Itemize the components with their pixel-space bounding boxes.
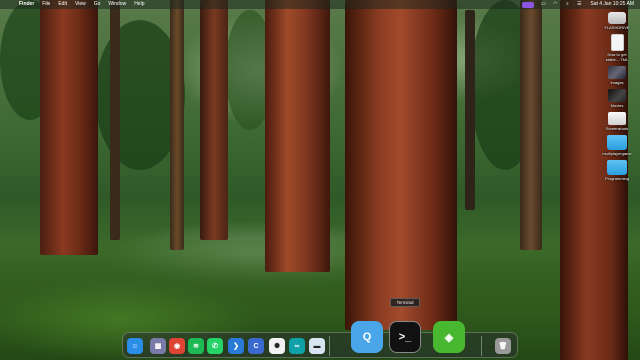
document-icon: [610, 34, 624, 51]
menu-file[interactable]: File: [42, 0, 50, 9]
chrome-icon[interactable]: ◉: [169, 338, 185, 354]
desktop-item-screenshots[interactable]: Screenshots: [600, 112, 634, 131]
movie-thumbnail-icon: [608, 89, 626, 102]
menu-window[interactable]: Window: [108, 0, 126, 9]
desktop-wallpaper: [0, 0, 640, 360]
desktop-item-label: Screenshots: [605, 126, 629, 131]
menu-app-name[interactable]: Finder: [19, 0, 34, 9]
whatsapp-icon[interactable]: ✆: [207, 338, 223, 354]
dock-tooltip: Terminal: [390, 298, 420, 307]
desktop-item-label: FLASHDRIVE: [604, 25, 630, 30]
desktop-item-images[interactable]: Images: [600, 66, 634, 85]
menu-view[interactable]: View: [75, 0, 86, 9]
trash-icon[interactable]: 🗑: [495, 338, 511, 354]
arduino-icon[interactable]: ∞: [289, 338, 305, 354]
dock: ☺ ▦ ◉ ≋ ✆ ❯ C ✺ ∞ ▬ Q >_ ◈ 🗑: [122, 321, 518, 358]
menu-clock[interactable]: Sat 4 Jan 10:25 AM: [590, 0, 634, 9]
vscode-icon[interactable]: ❯: [228, 338, 244, 354]
desktop-item-label: Images: [610, 80, 624, 85]
image-thumbnail-icon: [608, 66, 626, 79]
quicktime-icon[interactable]: Q: [351, 321, 383, 353]
menu-bar: Finder File Edit View Go Window Help ▭ ◠…: [0, 0, 640, 9]
desktop-item-multiplayergame[interactable]: multiplayergame: [600, 135, 634, 156]
cube-app-icon[interactable]: ◈: [433, 321, 465, 353]
desktop-item-label: multiplayergame: [602, 151, 632, 156]
search-icon[interactable]: ⌕: [564, 2, 570, 7]
spotify-icon[interactable]: ≋: [188, 338, 204, 354]
folder-icon: [607, 135, 627, 150]
wifi-icon[interactable]: ◠: [552, 2, 558, 7]
desktop-item-programming[interactable]: Programming: [600, 160, 634, 181]
screenshot-thumbnail-icon: [608, 112, 626, 125]
menu-go[interactable]: Go: [94, 0, 101, 9]
control-center-icon[interactable]: ☰: [576, 2, 582, 7]
battery-icon[interactable]: ▭: [540, 2, 546, 7]
desktop-item-label: How to get starte....TML: [605, 52, 629, 62]
vpn-icon[interactable]: [522, 1, 535, 8]
menu-edit[interactable]: Edit: [58, 0, 67, 9]
drive-icon: [608, 12, 626, 24]
dock-separator: [329, 336, 330, 356]
dock-separator: [481, 336, 482, 356]
codeapp-icon[interactable]: C: [248, 338, 264, 354]
finder-icon[interactable]: ☺: [127, 338, 143, 354]
folder-icon: [607, 160, 627, 175]
desktop-item-label: Programming: [604, 176, 629, 181]
launchpad-icon[interactable]: ▦: [150, 338, 166, 354]
menu-help[interactable]: Help: [134, 0, 144, 9]
desktop-item-html-doc[interactable]: How to get starte....TML: [600, 34, 634, 62]
chatgpt-icon[interactable]: ✺: [269, 338, 285, 354]
desktop-item-flashdrive[interactable]: FLASHDRIVE: [600, 12, 634, 30]
desktop-item-movies[interactable]: Movies: [600, 89, 634, 108]
desktop-icons: FLASHDRIVE How to get starte....TML Imag…: [600, 12, 634, 185]
app-icon[interactable]: ▬: [309, 338, 325, 354]
terminal-icon[interactable]: >_: [389, 321, 421, 353]
desktop-item-label: Movies: [610, 103, 624, 108]
